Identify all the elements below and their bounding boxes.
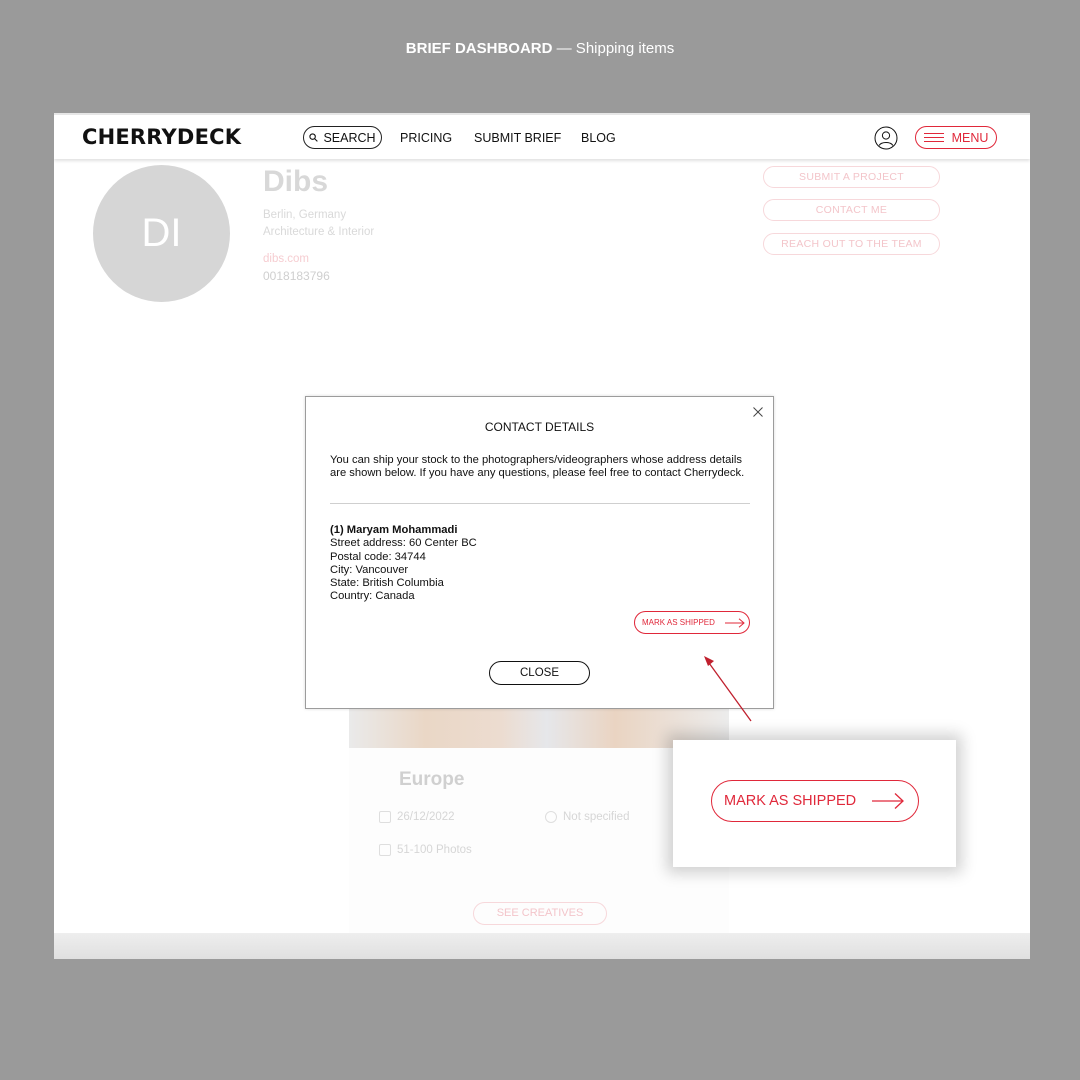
recipient-postal: Postal code: 34744 <box>330 550 426 563</box>
recipient-name: (1) Maryam Mohammadi <box>330 524 458 536</box>
camera-icon <box>379 844 391 856</box>
profile-phone: 0018183796 <box>263 269 330 283</box>
caption-title: BRIEF DASHBOARD <box>405 40 553 57</box>
brief-date-value: 26/12/2022 <box>397 811 455 823</box>
menu-button[interactable]: MENU <box>915 126 997 149</box>
profile-name: Dibs <box>263 165 329 198</box>
close-button[interactable]: CLOSE <box>489 661 590 685</box>
recipient-address: (1) Maryam Mohammadi Street address: 60 … <box>330 524 477 604</box>
modal-divider <box>330 503 750 504</box>
close-icon[interactable] <box>752 406 764 418</box>
contact-details-modal: CONTACT DETAILS You can ship your stock … <box>305 396 774 709</box>
nav-pricing[interactable]: PRICING <box>400 131 452 145</box>
calendar-icon <box>379 811 391 823</box>
contact-me-button[interactable]: CONTACT ME <box>763 199 940 221</box>
brief-duration-value: Not specified <box>563 811 630 823</box>
search-label: SEARCH <box>323 130 376 145</box>
arrow-right-icon <box>724 617 745 628</box>
search-button[interactable]: SEARCH <box>303 126 382 149</box>
profile-category: Architecture & Interior <box>263 226 375 238</box>
zoom-callout: MARK AS SHIPPED <box>673 740 956 867</box>
brief-card-image <box>349 703 729 748</box>
recipient-country: Country: Canada <box>330 590 415 603</box>
page-caption: BRIEF DASHBOARD — Shipping items <box>0 40 1080 57</box>
modal-title: CONTACT DETAILS <box>484 420 595 434</box>
reach-out-team-button[interactable]: REACH OUT TO THE TEAM <box>763 233 940 255</box>
modal-intro-text: You can ship your stock to the photograp… <box>330 454 745 480</box>
menu-label: MENU <box>951 130 989 145</box>
mark-as-shipped-button[interactable]: MARK AS SHIPPED <box>634 611 750 634</box>
brief-region: Europe <box>399 769 465 790</box>
profile-location: Berlin, Germany <box>263 209 347 221</box>
brief-photos-value: 51-100 Photos <box>397 844 472 856</box>
hamburger-icon <box>923 133 944 142</box>
nav-submit-brief[interactable]: SUBMIT BRIEF <box>474 131 561 145</box>
brief-duration: Not specified <box>545 811 629 823</box>
brief-photos: 51-100 Photos <box>379 844 472 856</box>
mark-as-shipped-zoomed-label: MARK AS SHIPPED <box>724 793 857 809</box>
brief-date: 26/12/2022 <box>379 811 455 823</box>
see-creatives-button[interactable]: SEE CREATIVES <box>473 902 607 925</box>
clock-icon <box>545 811 557 823</box>
recipient-street: Street address: 60 Center BC <box>330 537 477 550</box>
page-bottom-shade <box>54 933 1030 959</box>
profile-website-link[interactable]: dibs.com <box>263 253 309 265</box>
caption-subtitle: — Shipping items <box>556 40 675 57</box>
profile-avatar: DI <box>93 165 230 302</box>
recipient-city: City: Vancouver <box>330 563 409 576</box>
submit-project-button[interactable]: SUBMIT A PROJECT <box>763 166 940 188</box>
mark-as-shipped-zoomed-button: MARK AS SHIPPED <box>711 780 919 822</box>
nav-blog[interactable]: BLOG <box>581 131 616 145</box>
logo[interactable]: CHERRYDECK <box>82 125 241 149</box>
recipient-state: State: British Columbia <box>330 577 444 590</box>
user-account-icon[interactable] <box>874 126 898 150</box>
mark-as-shipped-label: MARK AS SHIPPED <box>642 618 715 627</box>
arrow-right-icon <box>872 793 905 809</box>
search-icon <box>309 133 319 142</box>
top-navbar: CHERRYDECK SEARCH PRICING SUBMIT BRIEF B… <box>54 113 1030 159</box>
